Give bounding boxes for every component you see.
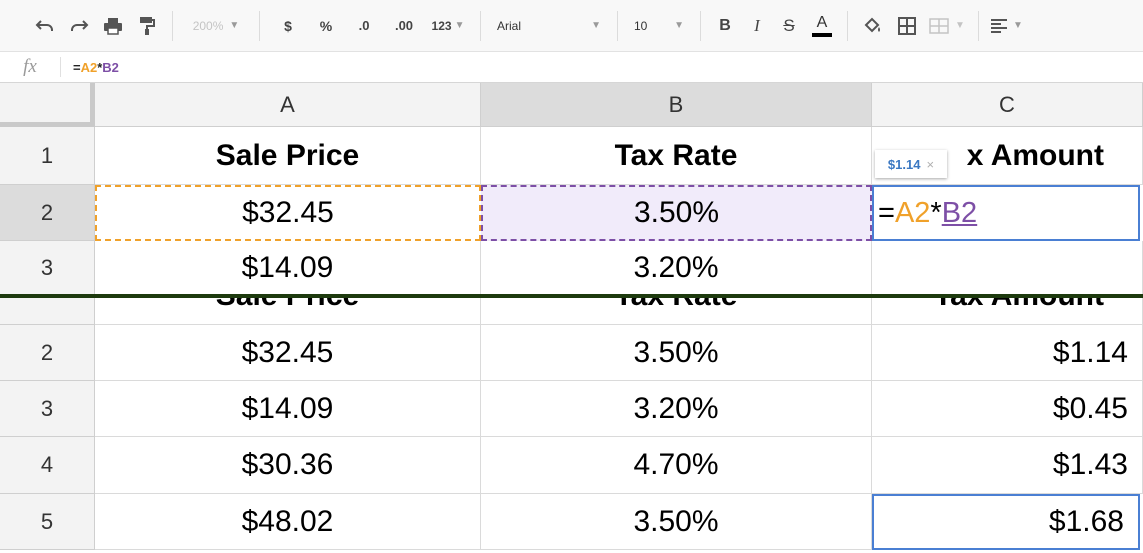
currency-format-button[interactable]: $ bbox=[268, 8, 308, 44]
row-header-3[interactable]: 3 bbox=[0, 241, 95, 295]
undo-icon[interactable] bbox=[28, 8, 62, 44]
horizontal-align-icon[interactable]: ▼ bbox=[987, 8, 1027, 44]
cell-a1[interactable]: Sale Price bbox=[95, 127, 481, 185]
toolbar-divider bbox=[617, 10, 618, 41]
percent-format-button[interactable]: % bbox=[308, 8, 344, 44]
italic-button[interactable]: I bbox=[741, 8, 773, 44]
cell-a1-cut: Sale Price bbox=[95, 298, 481, 325]
table-cell-amount[interactable]: $1.43 bbox=[872, 437, 1143, 494]
cell-c3[interactable] bbox=[872, 241, 1143, 295]
cell-a2-referenced[interactable]: $32.45 bbox=[95, 185, 481, 241]
formula-equals: = bbox=[73, 59, 81, 75]
text-color-button[interactable]: A bbox=[805, 8, 839, 44]
tooltip-value: $1.14 bbox=[887, 156, 921, 172]
merge-cells-icon[interactable]: ▼ bbox=[924, 8, 970, 44]
toolbar: 200% ▼ $ % .0 .00 123 ▼ Arial ▼ 10 ▼ B I S A… bbox=[0, 0, 1143, 52]
table-cell-price[interactable]: $14.09 bbox=[95, 381, 481, 437]
toolbar-divider bbox=[259, 10, 260, 41]
cell-b2-referenced[interactable]: 3.50% bbox=[481, 185, 872, 241]
formula-result-tooltip: $1.14 × bbox=[875, 150, 947, 178]
table-cell-rate[interactable]: 3.20% bbox=[481, 381, 872, 437]
cell-c5-selected[interactable]: $1.68 bbox=[872, 494, 1140, 550]
redo-icon[interactable] bbox=[62, 8, 96, 44]
row-header-1[interactable]: 1 bbox=[0, 127, 95, 185]
print-icon[interactable] bbox=[96, 8, 130, 44]
editor-equals: = bbox=[878, 196, 895, 229]
row-header-2[interactable]: 2 bbox=[0, 325, 95, 381]
editor-operator: * bbox=[930, 196, 942, 229]
select-all-corner[interactable] bbox=[0, 83, 95, 127]
font-value: Arial bbox=[497, 18, 522, 33]
table-cell-price[interactable]: $32.45 bbox=[95, 325, 481, 381]
editor-ref-b: B2 bbox=[941, 196, 978, 229]
toolbar-divider bbox=[480, 10, 481, 41]
column-header-b[interactable]: B bbox=[481, 83, 872, 127]
more-formats-label: 123 bbox=[431, 18, 452, 33]
table-cell-amount[interactable]: $1.14 bbox=[872, 325, 1143, 381]
chevron-down-icon: ▼ bbox=[229, 20, 240, 31]
text-color-label: A bbox=[816, 14, 828, 31]
cell-b3[interactable]: 3.20% bbox=[481, 241, 872, 295]
toolbar-divider bbox=[172, 10, 173, 41]
table-cell-price[interactable]: $30.36 bbox=[95, 437, 481, 494]
decrease-decimals-button[interactable]: .0 bbox=[344, 8, 384, 44]
column-header-c[interactable]: C bbox=[872, 83, 1143, 127]
formula-ref-a: A2 bbox=[80, 59, 98, 75]
table-cell-rate[interactable]: 4.70% bbox=[481, 437, 872, 494]
column-header-a[interactable]: A bbox=[95, 83, 481, 127]
table-cell-rate[interactable]: 3.50% bbox=[481, 325, 872, 381]
table-cell-rate[interactable]: 3.50% bbox=[481, 494, 872, 550]
font-select[interactable]: Arial ▼ bbox=[489, 8, 609, 44]
bold-button[interactable]: B bbox=[709, 8, 741, 44]
font-size-select[interactable]: 10 ▼ bbox=[626, 8, 692, 44]
text-color-swatch bbox=[812, 33, 832, 37]
more-formats-button[interactable]: 123 ▼ bbox=[424, 8, 472, 44]
chevron-down-icon: ▼ bbox=[1013, 20, 1023, 31]
table-cell-amount[interactable]: $0.45 bbox=[872, 381, 1143, 437]
cut-header-row: Sale Price Tax Rate Tax Amount bbox=[0, 298, 1143, 325]
toolbar-divider bbox=[978, 10, 979, 41]
formula-ref-b: B2 bbox=[102, 59, 119, 75]
zoom-select[interactable]: 200% ▼ bbox=[181, 8, 251, 44]
editor-ref-a: A2 bbox=[894, 196, 931, 229]
cell-a3[interactable]: $14.09 bbox=[95, 241, 481, 295]
cell-b1-cut: Tax Rate bbox=[481, 298, 872, 325]
chevron-down-icon: ▼ bbox=[454, 20, 465, 31]
table-cell-price[interactable]: $48.02 bbox=[95, 494, 481, 550]
chevron-down-icon: ▼ bbox=[591, 20, 601, 31]
row-header-1-cut bbox=[0, 298, 95, 325]
chevron-down-icon: ▼ bbox=[955, 20, 965, 31]
increase-decimals-button[interactable]: .00 bbox=[384, 8, 424, 44]
cell-c1-cut: Tax Amount bbox=[872, 298, 1143, 325]
fx-icon: fx bbox=[0, 57, 61, 77]
paint-format-icon[interactable] bbox=[130, 8, 164, 44]
cell-c2-editor[interactable]: = A2 * B2 bbox=[872, 185, 1140, 241]
formula-input[interactable]: =A2*B2 bbox=[73, 60, 119, 75]
formula-bar: fx =A2*B2 bbox=[0, 52, 1143, 83]
toolbar-divider bbox=[700, 10, 701, 41]
row-header-5[interactable]: 5 bbox=[0, 494, 95, 550]
row-header-3[interactable]: 3 bbox=[0, 381, 95, 437]
row-header-2[interactable]: 2 bbox=[0, 185, 95, 241]
fill-color-icon[interactable] bbox=[856, 8, 890, 44]
row-header-4[interactable]: 4 bbox=[0, 437, 95, 494]
chevron-down-icon: ▼ bbox=[674, 20, 684, 31]
close-icon[interactable]: × bbox=[926, 157, 934, 172]
zoom-value: 200% bbox=[192, 18, 224, 33]
cell-b1[interactable]: Tax Rate bbox=[481, 127, 872, 185]
strikethrough-button[interactable]: S bbox=[773, 8, 805, 44]
font-size-value: 10 bbox=[634, 18, 648, 33]
borders-icon[interactable] bbox=[890, 8, 924, 44]
toolbar-divider bbox=[847, 10, 848, 41]
